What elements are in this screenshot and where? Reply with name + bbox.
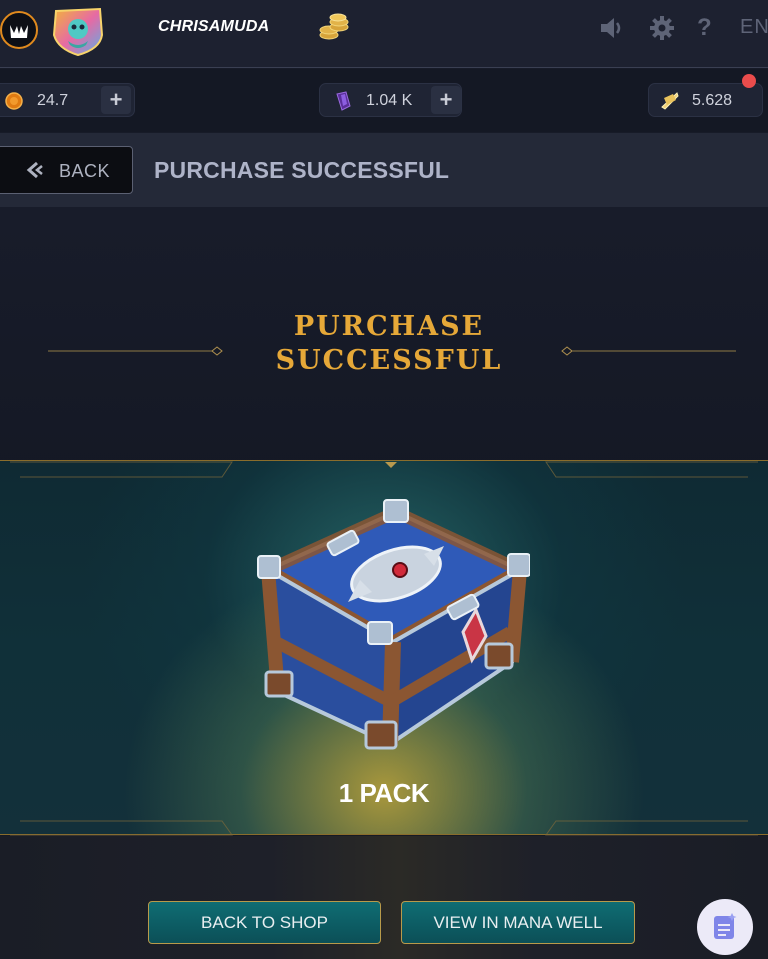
back-button[interactable]: BACK xyxy=(0,146,133,194)
heading-line-1: PURCHASE xyxy=(293,311,485,342)
background-scene xyxy=(0,836,768,959)
document-fab-button[interactable] xyxy=(697,899,753,955)
gear-icon[interactable] xyxy=(648,14,676,42)
sps-balance: 5.628 xyxy=(648,83,763,117)
page-title: PURCHASE SUCCESSFUL xyxy=(154,157,450,183)
title-bar: BACK PURCHASE SUCCESSFUL xyxy=(0,133,768,207)
help-icon[interactable]: ? xyxy=(697,14,717,42)
notification-dot xyxy=(742,74,756,88)
view-in-mana-well-button[interactable]: VIEW IN MANA WELL xyxy=(401,901,635,944)
coins-stack-icon[interactable] xyxy=(318,13,350,43)
document-icon xyxy=(714,913,737,939)
top-bar: CHRISAMUDA ? EN xyxy=(0,0,768,68)
back-to-shop-button[interactable]: BACK TO SHOP xyxy=(148,901,381,944)
back-arrow-icon xyxy=(26,161,43,179)
pack-quantity-label: 1 PACK xyxy=(338,778,430,808)
dec-crystal-icon xyxy=(336,91,351,111)
heading-divider-left xyxy=(48,346,223,356)
username[interactable]: CHRISAMUDA xyxy=(158,18,269,36)
credits-value: 24.7 xyxy=(37,92,69,109)
splinterlands-logo-icon[interactable] xyxy=(0,11,38,49)
currency-bar: 24.7 + 1.04 K + 5.628 xyxy=(0,69,768,132)
language-selector[interactable]: EN xyxy=(740,16,768,39)
dec-balance: 1.04 K + xyxy=(319,83,462,117)
sps-value: 5.628 xyxy=(692,92,733,109)
heading-divider-right xyxy=(561,346,736,356)
credits-coin-icon xyxy=(5,92,23,110)
dec-value: 1.04 K xyxy=(366,92,413,109)
pack-chest-icon xyxy=(257,499,530,750)
avatar-icon[interactable] xyxy=(50,5,106,57)
sps-icon xyxy=(661,92,679,110)
credits-balance: 24.7 + xyxy=(0,83,135,117)
back-button-label: BACK xyxy=(59,161,111,181)
add-dec-button[interactable]: + xyxy=(431,86,461,114)
add-credits-button[interactable]: + xyxy=(101,86,131,114)
sound-icon[interactable] xyxy=(598,14,626,42)
heading-line-2: SUCCESSFUL xyxy=(275,345,503,376)
purchase-heading: PURCHASE SUCCESSFUL xyxy=(234,310,544,378)
